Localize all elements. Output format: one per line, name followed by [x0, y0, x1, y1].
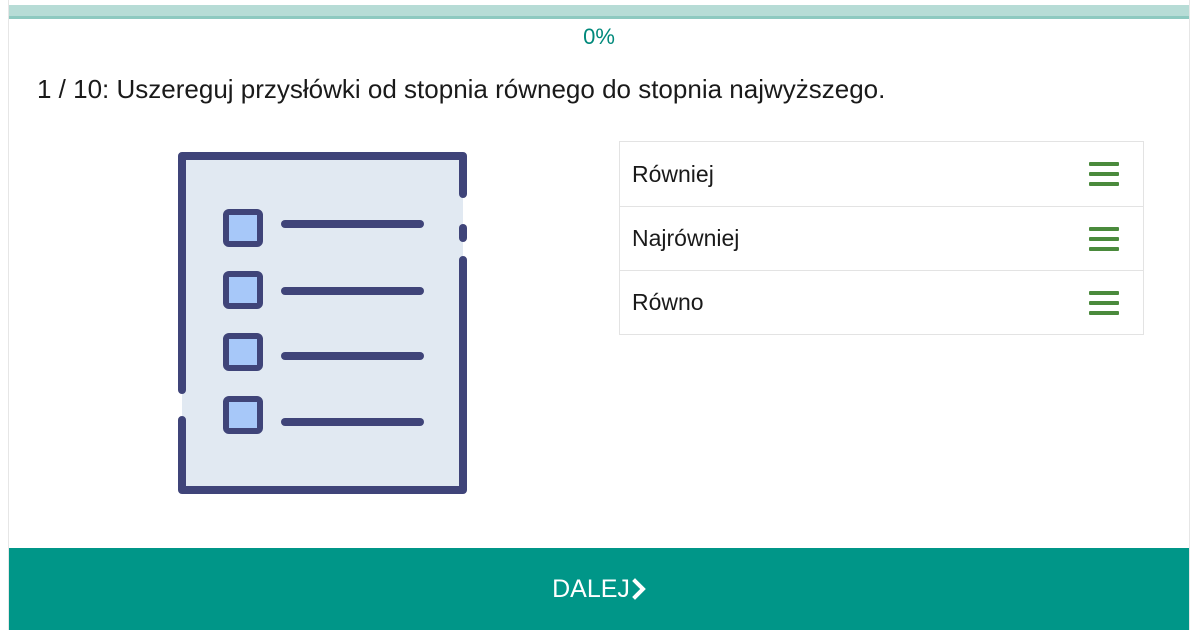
drag-handle-icon[interactable] [1089, 162, 1119, 186]
next-button[interactable]: DALEJ [9, 548, 1189, 630]
answer-label: Równiej [632, 160, 714, 187]
checklist-icon [178, 152, 467, 494]
answer-item-1[interactable]: Równiej [620, 142, 1143, 206]
drag-handle-icon[interactable] [1089, 226, 1119, 251]
answer-item-2[interactable]: Najrówniej [620, 206, 1143, 270]
answer-item-3[interactable]: Równo [620, 270, 1143, 334]
next-button-label: DALEJ [552, 574, 630, 603]
answer-label: Równo [632, 289, 704, 315]
quiz-card: 0% 1 / 10: Uszereguj przysłówki od stopn… [8, 0, 1190, 630]
question-text: 1 / 10: Uszereguj przysłówki od stopnia … [37, 74, 886, 104]
chevron-right-icon [632, 578, 646, 600]
sortable-answer-list: Równiej Najrówniej Równo [619, 141, 1144, 335]
drag-handle-icon[interactable] [1089, 290, 1119, 315]
progress-percentage: 0% [583, 24, 615, 49]
progress-bar [9, 5, 1189, 19]
answer-label: Najrówniej [632, 225, 740, 251]
